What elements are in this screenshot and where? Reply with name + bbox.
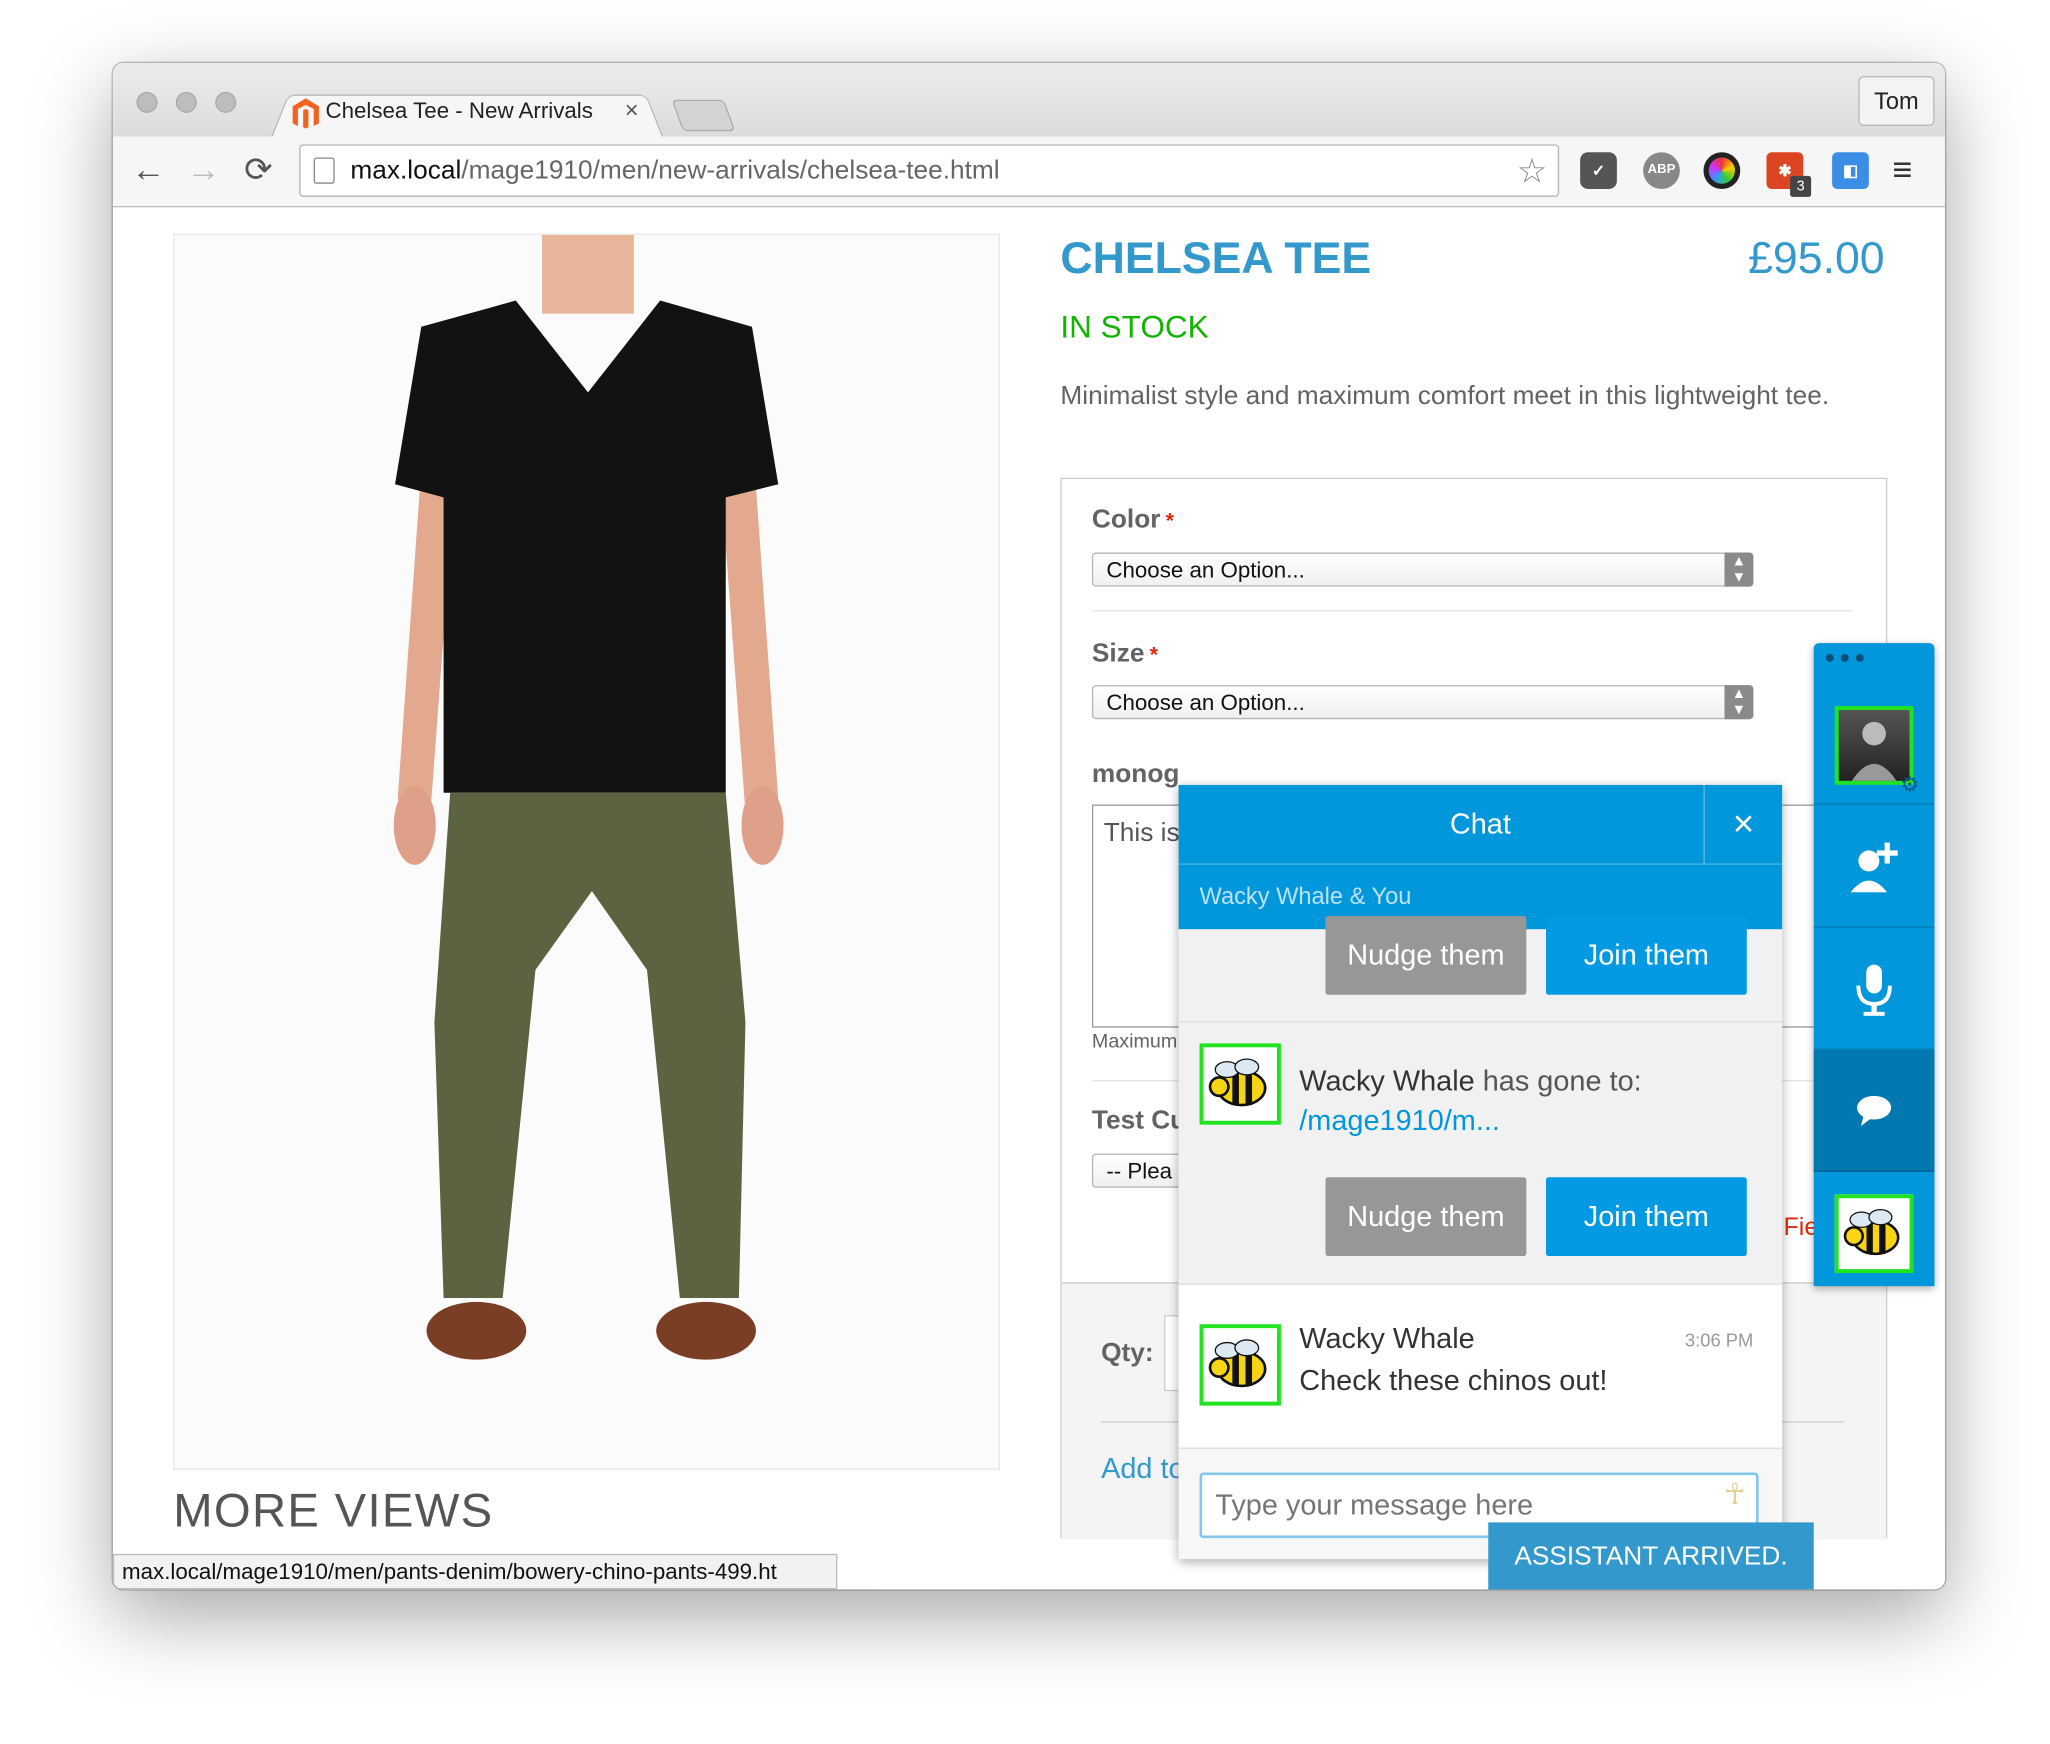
assistant-arrived-banner[interactable]: ASSISTANT ARRIVED.	[1488, 1522, 1814, 1590]
nudge-button[interactable]: Nudge them	[1325, 916, 1527, 995]
rail-agent-cell[interactable]: ⚙	[1813, 682, 1935, 805]
page-icon	[313, 157, 335, 184]
select-arrows-icon: ▲ ▼	[1724, 685, 1754, 720]
url-path: /mage1910/men/new-arrivals/chelsea-tee.h…	[461, 156, 1000, 186]
pocket-icon[interactable]: ✓	[1580, 152, 1617, 189]
bee-avatar-icon	[1199, 1043, 1281, 1125]
send-icon[interactable]: ☥	[1724, 1478, 1746, 1512]
extension-badge: 3	[1790, 175, 1812, 197]
forward-icon[interactable]: →	[186, 150, 220, 189]
browser-toolbar: ← → ⟳ max.local/mage1910/men/new-arrival…	[112, 136, 1945, 208]
new-tab-button[interactable]	[671, 99, 736, 132]
tab-close-icon[interactable]: ×	[625, 97, 639, 125]
tab-title: Chelsea Tee - New Arrivals	[325, 98, 593, 124]
close-window-button[interactable]	[136, 91, 158, 113]
color-picker-icon[interactable]	[1703, 152, 1741, 189]
screenshot-stage: Chelsea Tee - New Arrivals × Tom ← → ⟳ m…	[0, 0, 2050, 1744]
event-text: Wacky Whale has gone to:	[1299, 1064, 1641, 1098]
extension-icon[interactable]: ◧	[1832, 152, 1869, 189]
color-label-text: Color	[1091, 505, 1161, 535]
chat-header: Chat	[1178, 784, 1783, 864]
address-url: max.local/mage1910/men/new-arrivals/chel…	[350, 156, 999, 186]
product-description: Minimalist style and maximum comfort mee…	[1060, 381, 1830, 411]
product-title: CHELSEA TEE	[1060, 233, 1372, 284]
product-price: £95.00	[1748, 233, 1885, 284]
size-select-value: Choose an Option...	[1106, 690, 1305, 716]
maximum-note: Maximum	[1091, 1030, 1178, 1053]
color-select[interactable]: Choose an Option... ▲ ▼	[1091, 552, 1754, 587]
rail-visitor[interactable]	[1814, 1173, 1935, 1295]
page-content: MORE VIEWS max.local/mage1910/men/pants-…	[112, 207, 1945, 1590]
chat-panel: Chat × Wacky Whale & You Nudge them Join…	[1178, 784, 1783, 1560]
more-views-heading: MORE VIEWS	[173, 1483, 494, 1537]
message-text: Check these chinos out!	[1299, 1363, 1608, 1397]
monogram-label: monog	[1091, 759, 1180, 789]
assistant-rail: ●●● ⚙	[1813, 643, 1935, 1287]
url-host: max.local	[350, 156, 462, 186]
nudge-button[interactable]: Nudge them	[1325, 1177, 1527, 1256]
adblock-icon[interactable]: ABP	[1643, 152, 1680, 189]
chat-close-icon[interactable]: ×	[1703, 784, 1782, 864]
back-icon[interactable]: ←	[131, 150, 165, 189]
profile-button[interactable]: Tom	[1858, 76, 1935, 126]
qty-label: Qty:	[1101, 1338, 1154, 1368]
rail-add-user[interactable]	[1813, 806, 1935, 928]
required-mark: *	[1149, 644, 1158, 667]
color-label: Color *	[1092, 505, 1174, 535]
model-photo	[393, 234, 784, 1360]
chat-event-item: Wacky Whale has gone to: /mage1910/m... …	[1178, 1021, 1783, 1283]
test-custom-label: Test Cu	[1091, 1106, 1187, 1136]
size-label: Size *	[1092, 639, 1158, 669]
add-user-icon	[1850, 842, 1898, 893]
required-mark: *	[1165, 510, 1174, 533]
bee-avatar-icon	[1834, 1194, 1914, 1274]
rail-voice[interactable]	[1813, 928, 1935, 1050]
rail-drag-handle[interactable]: ●●●	[1824, 646, 1869, 667]
rail-chat[interactable]	[1813, 1049, 1935, 1172]
size-label-text: Size	[1091, 639, 1145, 669]
message-author: Wacky Whale	[1299, 1321, 1475, 1355]
message-time: 3:06 PM	[1684, 1329, 1754, 1351]
product-image[interactable]	[173, 233, 1001, 1470]
event-action: has gone to:	[1482, 1064, 1642, 1098]
event-link[interactable]: /mage1910/m...	[1299, 1104, 1500, 1138]
title-bar: Chelsea Tee - New Arrivals × Tom	[112, 62, 1945, 140]
zoom-window-button[interactable]	[215, 91, 237, 113]
join-button[interactable]: Join them	[1546, 1177, 1747, 1256]
reload-icon[interactable]: ⟳	[244, 150, 273, 189]
menu-icon[interactable]: ≡	[1892, 150, 1912, 189]
magento-logo-icon	[292, 98, 319, 129]
select-arrows-icon: ▲ ▼	[1724, 552, 1754, 587]
divider	[1091, 610, 1854, 612]
microphone-icon	[1856, 964, 1892, 1016]
add-to-wishlist-link[interactable]: Add to	[1101, 1452, 1184, 1486]
color-select-value: Choose an Option...	[1106, 557, 1305, 583]
event-user-name: Wacky Whale	[1299, 1064, 1475, 1098]
bee-avatar-icon	[1199, 1324, 1281, 1406]
stock-status: IN STOCK	[1060, 309, 1209, 346]
settings-gear-icon[interactable]: ⚙	[1900, 772, 1919, 798]
bookmark-star-icon[interactable]: ☆	[1517, 151, 1548, 192]
chat-message: Wacky Whale 3:06 PM Check these chinos o…	[1178, 1283, 1783, 1448]
join-button[interactable]: Join them	[1546, 916, 1747, 995]
size-select[interactable]: Choose an Option... ▲ ▼	[1091, 685, 1754, 720]
chat-bubble-icon	[1857, 1095, 1892, 1127]
status-bar-url: max.local/mage1910/men/pants-denim/bower…	[112, 1553, 838, 1590]
browser-window: Chelsea Tee - New Arrivals × Tom ← → ⟳ m…	[112, 62, 1945, 1590]
minimize-window-button[interactable]	[175, 91, 197, 113]
address-bar[interactable]: max.local/mage1910/men/new-arrivals/chel…	[299, 144, 1560, 197]
